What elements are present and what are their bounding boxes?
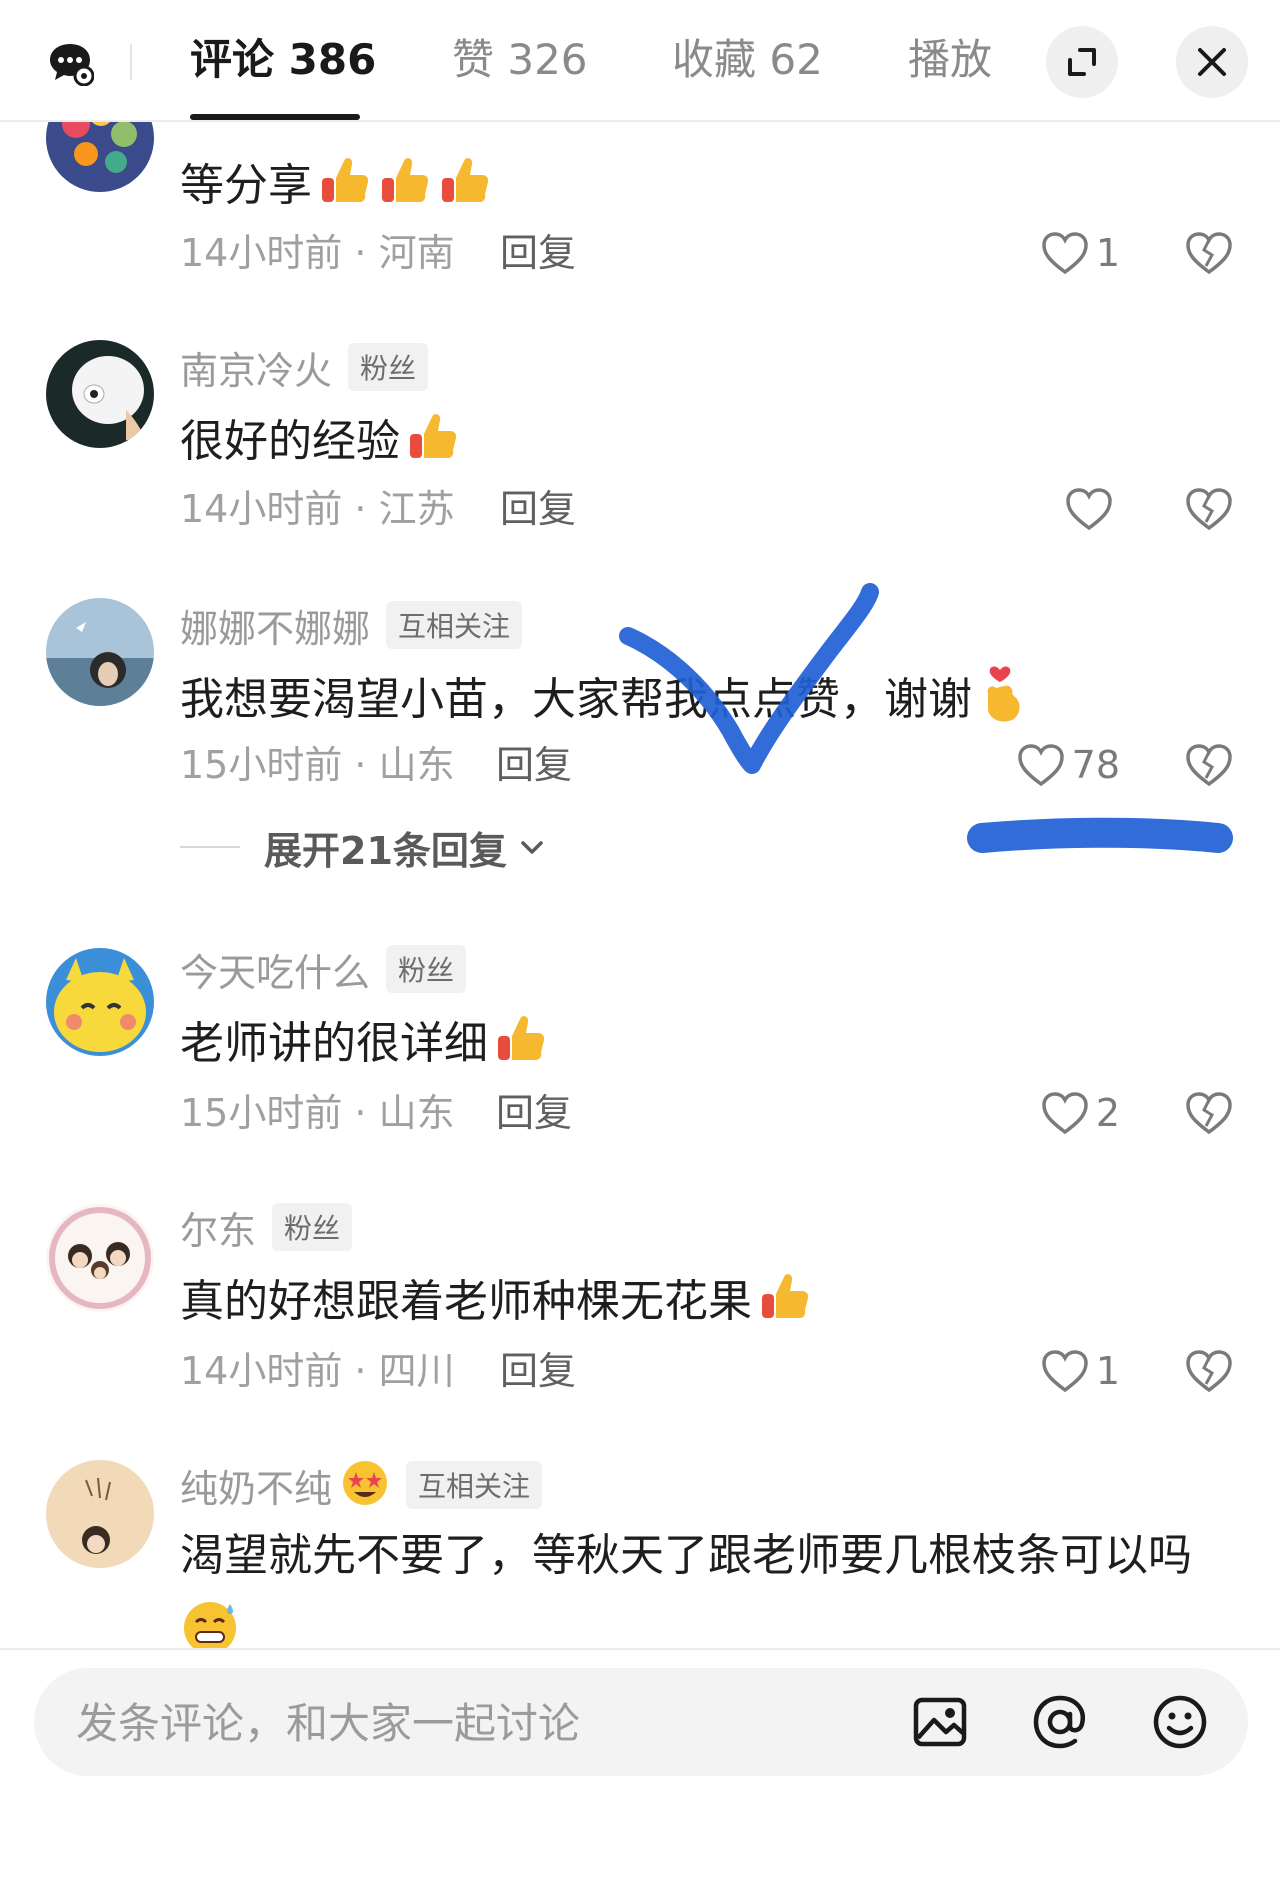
thumbs-up-emoji (436, 152, 492, 224)
like-count: 1 (1095, 1349, 1120, 1393)
broken-heart-icon[interactable] (1184, 484, 1234, 534)
username-row: 尔东 粉丝 (180, 1200, 353, 1255)
avatar[interactable] (46, 598, 154, 706)
thumbs-up-emoji (756, 1268, 812, 1340)
handwritten-underline-annotation (967, 817, 1233, 853)
reply-button[interactable]: 回复 (500, 228, 576, 278)
reply-button[interactable]: 回复 (496, 1088, 572, 1138)
comment-meta: 14小时前 · 江苏 (180, 487, 455, 531)
comment-input-bar (34, 1668, 1248, 1776)
username[interactable]: 娜娜不娜娜 (180, 598, 370, 653)
like-button[interactable]: 1 (1040, 1346, 1120, 1396)
divider (180, 846, 240, 848)
finger-heart-emoji (976, 664, 1028, 740)
broken-heart-icon[interactable] (1184, 740, 1234, 790)
heart-icon (1042, 1350, 1088, 1393)
relation-badge: 互相关注 (386, 601, 523, 649)
heart-icon (1042, 232, 1088, 275)
comment-text: 真的好想跟着老师种棵无花果 (180, 1268, 812, 1340)
username[interactable]: 今天吃什么 (180, 942, 370, 997)
comment-text: 我想要渴望小苗，大家帮我点点赞，谢谢 (180, 664, 1028, 740)
chevron-down-icon (521, 841, 543, 854)
sweat-grin-emoji (180, 1596, 244, 1648)
chat-settings-icon[interactable] (46, 38, 94, 86)
like-count: 2 (1095, 1091, 1120, 1135)
comment-meta: 15小时前 · 山东 (180, 1091, 455, 1135)
like-button[interactable]: 1 (1040, 228, 1120, 278)
username[interactable]: 尔东 (180, 1200, 256, 1255)
avatar[interactable] (46, 340, 154, 448)
avatar[interactable] (46, 948, 154, 1056)
thumbs-up-emoji (404, 408, 460, 480)
username-row: 娜娜不娜娜 互相关注 (180, 598, 523, 653)
relation-badge: 互相关注 (406, 1461, 543, 1509)
thumbs-up-emoji (492, 1010, 548, 1082)
expand-replies-button[interactable]: 展开21条回复 (180, 822, 547, 873)
like-button[interactable] (1064, 484, 1120, 534)
username[interactable]: 南京冷火 (180, 340, 332, 395)
reply-button[interactable]: 回复 (496, 740, 572, 790)
relation-badge: 粉丝 (386, 945, 467, 993)
comment-panel-header: 评论 386 赞 326 收藏 62 播放 (0, 0, 1280, 122)
like-count: 78 (1071, 743, 1120, 787)
relation-badge: 粉丝 (272, 1203, 353, 1251)
tab-favorites[interactable]: 收藏 62 (672, 34, 823, 86)
like-count: 1 (1095, 231, 1120, 275)
thumbs-up-emoji (316, 152, 372, 224)
comment-text: 老师讲的很详细 (180, 1010, 548, 1082)
tab-comments[interactable]: 评论 386 (190, 34, 376, 86)
comment-meta: 15小时前 · 山东 (180, 743, 455, 787)
comment-text: 很好的经验 (180, 408, 460, 480)
heart-icon (1042, 1092, 1088, 1135)
username-row: 今天吃什么 粉丝 (180, 942, 467, 997)
username-row: 纯奶不纯 互相关注 (180, 1458, 543, 1513)
avatar[interactable] (46, 1204, 154, 1312)
relation-badge: 粉丝 (348, 343, 429, 391)
reply-button[interactable]: 回复 (500, 484, 576, 534)
image-icon[interactable] (910, 1692, 970, 1752)
mention-icon[interactable] (1030, 1692, 1090, 1752)
bottom-divider (0, 1648, 1280, 1650)
star-struck-emoji (340, 1458, 390, 1512)
username[interactable]: 纯奶不纯 (180, 1458, 332, 1513)
expand-button[interactable] (1046, 26, 1118, 98)
active-tab-indicator (190, 114, 360, 120)
heart-icon (1017, 744, 1064, 787)
emoji-icon[interactable] (1150, 1692, 1210, 1752)
comment-text: 渴望就先不要了，等秋天了跟老师要几根枝条可以吗 (180, 1530, 1192, 1581)
comment-meta: 14小时前 · 四川 (180, 1349, 455, 1393)
expand-icon (1068, 48, 1096, 76)
heart-icon (1066, 488, 1112, 531)
broken-heart-icon[interactable] (1184, 1346, 1234, 1396)
reply-button[interactable]: 回复 (500, 1346, 576, 1396)
avatar[interactable] (46, 1460, 154, 1568)
like-button[interactable]: 2 (1040, 1088, 1120, 1138)
tab-plays[interactable]: 播放 (908, 34, 992, 86)
broken-heart-icon[interactable] (1184, 228, 1234, 278)
thumbs-up-emoji (376, 152, 432, 224)
comment-text: 等分享 (180, 152, 492, 224)
tab-likes[interactable]: 赞 326 (452, 34, 588, 86)
close-button[interactable] (1176, 26, 1248, 98)
like-button[interactable]: 78 (1016, 740, 1120, 790)
broken-heart-icon[interactable] (1184, 1088, 1234, 1138)
username-row: 南京冷火 粉丝 (180, 340, 429, 395)
comment-meta: 14小时前 · 河南 (180, 231, 455, 275)
comment-input[interactable] (74, 1692, 878, 1754)
header-divider (130, 44, 132, 80)
close-icon (1198, 48, 1226, 76)
